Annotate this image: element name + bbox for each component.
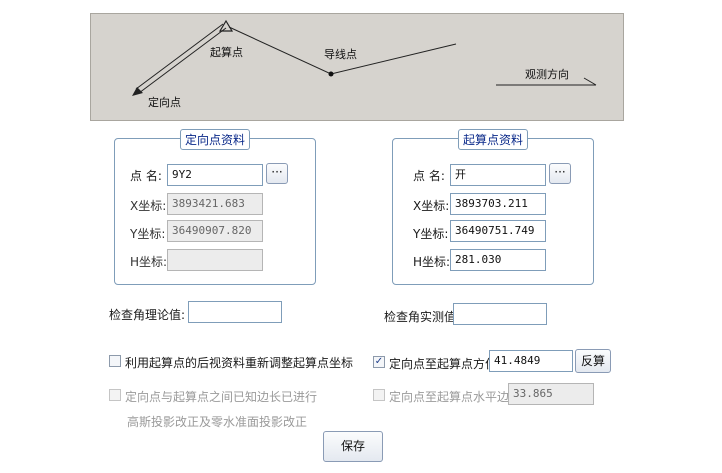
reverse-calc-button[interactable]: 反算 (575, 349, 611, 373)
start-x-label: X坐标: (413, 199, 450, 213)
start-h-field[interactable]: 281.030 (450, 249, 546, 271)
diagram-label-direction: 观测方向 (525, 68, 569, 81)
traverse-diagram: 起算点 导线点 观测方向 定向点 (90, 13, 624, 121)
diagram-label-orient: 定向点 (148, 96, 181, 109)
start-y-label: Y坐标: (413, 227, 449, 241)
traverse-point-dot (328, 71, 334, 77)
check-theory-field[interactable] (188, 301, 282, 323)
orient-name-field[interactable]: 9Y2 (167, 164, 263, 186)
gauss-correction-checkbox[interactable] (109, 389, 121, 401)
start-y-field[interactable]: 36490751.749 (450, 220, 546, 242)
orient-h-label: H坐标: (130, 255, 168, 269)
start-h-label: H坐标: (413, 255, 451, 269)
start-name-label: 点 名: (413, 169, 445, 183)
readjust-checkbox[interactable] (109, 355, 121, 367)
start-group-title: 起算点资料 (457, 129, 529, 150)
orient-x-label: X坐标: (130, 199, 167, 213)
check-theory-label: 检查角理论值: (109, 308, 186, 322)
orient-y-label: Y坐标: (130, 227, 166, 241)
distance-label: 定向点至起算点水平边长: (389, 390, 526, 404)
azimuth-checkbox[interactable]: ✓ (373, 356, 385, 368)
check-measured-field[interactable] (453, 303, 547, 325)
azimuth-field[interactable]: 41.4849 (489, 350, 573, 372)
orient-arrowhead (132, 87, 143, 96)
gauss-correction-label-line1: 定向点与起算点之间已知边长已进行 (125, 390, 318, 404)
orient-name-label: 点 名: (130, 169, 162, 183)
check-measured-label: 检查角实测值: (384, 310, 461, 324)
start-name-field[interactable]: 开 (450, 164, 546, 186)
start-x-field[interactable]: 3893703.211 (450, 193, 546, 215)
orient-x-field[interactable]: 3893421.683 (167, 193, 263, 215)
orient-h-field[interactable] (167, 249, 263, 271)
azimuth-label: 定向点至起算点方位: (389, 357, 502, 371)
start-point-triangle (218, 19, 234, 32)
save-button[interactable]: 保存 (323, 431, 383, 462)
orient-y-field[interactable]: 36490907.820 (167, 220, 263, 242)
distance-checkbox[interactable] (373, 389, 385, 401)
diagram-label-traverse: 导线点 (324, 48, 357, 61)
readjust-label: 利用起算点的后视资料重新调整起算点坐标 (125, 356, 354, 370)
distance-field[interactable]: 33.865 (508, 383, 594, 405)
gauss-correction-label-line2: 高斯投影改正及零水准面投影改正 (127, 415, 308, 429)
orient-group-title: 定向点资料 (179, 129, 251, 150)
start-browse-button[interactable]: ··· (549, 163, 571, 184)
orient-browse-button[interactable]: ··· (266, 163, 288, 184)
diagram-label-start: 起算点 (210, 46, 243, 59)
